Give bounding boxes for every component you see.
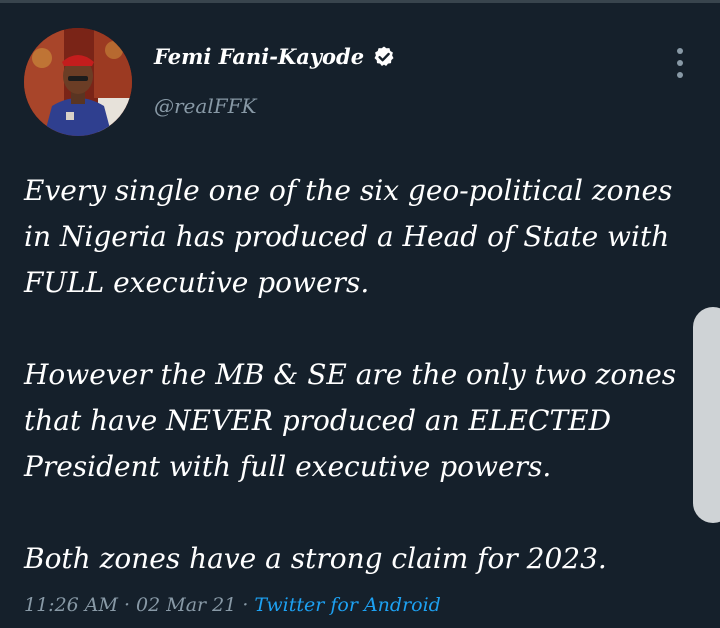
tweet-line: Every single one of the six geo-politica… xyxy=(24,174,673,207)
tweet-text: Every single one of the six geo-politica… xyxy=(24,168,694,582)
top-divider xyxy=(0,0,720,3)
more-vertical-icon-dot xyxy=(677,60,683,66)
more-options-button[interactable] xyxy=(670,48,690,78)
author-handle[interactable]: @realFFK xyxy=(154,94,256,118)
scroll-handle[interactable] xyxy=(693,307,720,523)
tweet-metadata: 11:26 AM · 02 Mar 21 · Twitter for Android xyxy=(24,594,441,616)
tweet-paragraph: Every single one of the six geo-politica… xyxy=(24,168,694,306)
tweet-line: However the MB & SE are the only two zon… xyxy=(24,358,677,391)
avatar[interactable] xyxy=(24,28,132,136)
tweet-header: Femi Fani-Kayode @realFFK xyxy=(24,28,696,138)
tweet-time[interactable]: 11:26 AM xyxy=(24,594,118,616)
tweet-line: FULL executive powers. xyxy=(24,266,370,299)
tweet-paragraph: Both zones have a strong claim for 2023. xyxy=(24,536,694,582)
author-name-row: Femi Fani-Kayode xyxy=(154,44,396,69)
verified-badge-icon xyxy=(374,46,394,66)
tweet-line: President with full executive powers. xyxy=(24,450,552,483)
tweet-paragraph: However the MB & SE are the only two zon… xyxy=(24,352,694,490)
meta-separator: · xyxy=(123,594,131,616)
avatar-photo xyxy=(24,28,132,136)
author-display-name[interactable]: Femi Fani-Kayode xyxy=(154,44,364,69)
meta-separator: · xyxy=(242,594,249,616)
tweet-date[interactable]: 02 Mar 21 xyxy=(136,594,236,616)
tweet-line: in Nigeria has produced a Head of State … xyxy=(24,220,670,253)
more-vertical-icon-dot xyxy=(677,72,683,78)
tweet-line: Both zones have a strong claim for 2023. xyxy=(24,542,607,575)
tweet-line: that have NEVER produced an ELECTED xyxy=(24,404,612,437)
tweet-source-link[interactable]: Twitter for Android xyxy=(254,594,440,616)
more-vertical-icon xyxy=(677,48,683,54)
